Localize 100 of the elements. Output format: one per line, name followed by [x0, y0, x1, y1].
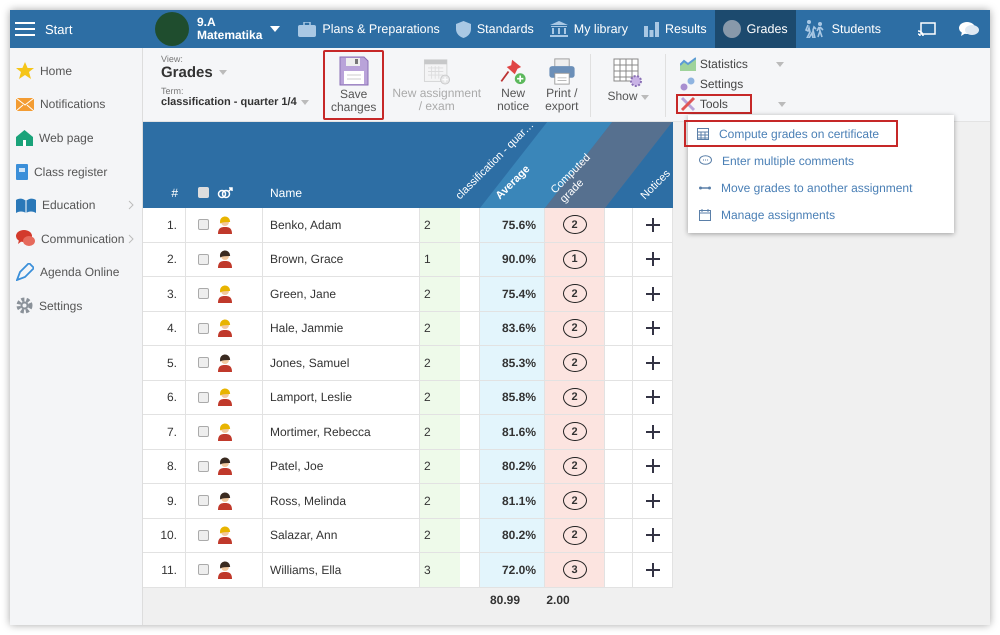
- briefcase-icon: [298, 22, 316, 36]
- sidebar-item[interactable]: Education: [10, 188, 142, 222]
- grade-cell[interactable]: 2: [420, 415, 460, 448]
- start-menu-button[interactable]: Start: [10, 10, 143, 48]
- row-checkbox[interactable]: [198, 564, 209, 576]
- caret-icon: [776, 62, 784, 66]
- row-number: 2.: [143, 242, 186, 276]
- computed-grade-total: 2.00: [545, 592, 571, 606]
- shield-icon: [456, 20, 471, 38]
- column-header: Name: [270, 186, 302, 200]
- grade-cell[interactable]: 1: [420, 242, 460, 276]
- grade-cell[interactable]: 2: [420, 312, 460, 345]
- row-checkbox[interactable]: [198, 426, 209, 438]
- speech-bubbles-icon: [16, 230, 35, 248]
- plus-icon: [646, 494, 660, 508]
- caret-icon: [270, 26, 280, 32]
- caret-icon: [300, 100, 309, 104]
- open-book-icon: [16, 198, 36, 213]
- row-number: 11.: [143, 553, 186, 586]
- toolbar-menu-item[interactable]: Settings: [676, 74, 786, 94]
- dropdown-menu-item[interactable]: Compute grades on certificate: [684, 120, 898, 147]
- building-icon: [550, 21, 568, 37]
- sidebar-item[interactable]: Notifications: [10, 88, 142, 122]
- dropdown-menu-item[interactable]: Move grades to another assignment: [688, 174, 954, 201]
- row-checkbox[interactable]: [198, 460, 209, 472]
- row-number: 8.: [143, 450, 186, 483]
- row-checkbox[interactable]: [198, 392, 209, 403]
- gear-icon: [16, 297, 33, 314]
- view-label: View:: [161, 54, 183, 64]
- grid-gear-icon: [613, 58, 644, 88]
- sidebar-item[interactable]: Communication: [10, 222, 142, 256]
- chevron-right-icon: [128, 234, 134, 244]
- sidebar-item[interactable]: Home: [10, 54, 142, 88]
- toolbar-menu-item[interactable]: Statistics: [676, 54, 786, 74]
- gender-symbol-icon: [217, 186, 233, 200]
- star-icon: [16, 62, 34, 80]
- calendar-icon: [699, 208, 711, 220]
- plus-icon: [646, 356, 660, 370]
- grade-cell[interactable]: 3: [420, 553, 460, 586]
- grade-cell[interactable]: 2: [420, 380, 460, 414]
- grade-cell[interactable]: 2: [420, 450, 460, 483]
- nav-tab[interactable]: Standards: [448, 10, 542, 48]
- grade-cell[interactable]: 2: [420, 518, 460, 552]
- row-checkbox[interactable]: [198, 495, 209, 506]
- computed-grade-badge: 2: [562, 284, 586, 304]
- row-checkbox[interactable]: [198, 357, 209, 368]
- computed-grade-badge: 1: [562, 250, 586, 269]
- average-cell: 81.1%: [480, 484, 545, 518]
- sidebar-item[interactable]: Settings: [10, 289, 142, 323]
- row-checkbox[interactable]: [198, 530, 209, 541]
- computed-grade-badge: 2: [562, 353, 586, 372]
- grade-cell[interactable]: 2: [420, 208, 460, 242]
- nav-tab[interactable]: Students: [796, 10, 889, 48]
- nav-tab[interactable]: My library: [542, 10, 636, 48]
- computed-grade-badge: 2: [562, 422, 586, 442]
- row-checkbox[interactable]: [198, 288, 209, 300]
- toolbar-button[interactable]: New notice: [489, 54, 538, 117]
- toolbar-button[interactable]: Save changes: [323, 50, 384, 120]
- average-cell: 72.0%: [480, 553, 545, 586]
- nav-tab[interactable]: Results: [636, 10, 715, 48]
- class-photo-placeholder: [155, 12, 189, 46]
- dropdown-menu-item[interactable]: Manage assignments: [688, 201, 954, 228]
- average-cell: 80.2%: [480, 450, 545, 483]
- view-dropdown[interactable]: Grades: [161, 64, 227, 81]
- show-columns-button[interactable]: Show: [595, 54, 661, 117]
- term-dropdown[interactable]: classification - quarter 1/4: [161, 96, 309, 108]
- row-number: 3.: [143, 277, 186, 310]
- sidebar-item[interactable]: Class register: [10, 154, 142, 188]
- row-number: 5.: [143, 346, 186, 380]
- sidebar-item[interactable]: Agenda Online: [10, 256, 142, 290]
- grade-cell[interactable]: 2: [420, 346, 460, 380]
- nav-tab[interactable]: Plans & Preparations: [290, 10, 448, 48]
- row-checkbox[interactable]: [198, 254, 209, 265]
- class-selector[interactable]: 9.A Matematika: [143, 10, 290, 48]
- cast-screen-icon: [918, 22, 936, 36]
- average-cell: 85.3%: [480, 346, 545, 380]
- dropdown-menu-item[interactable]: Enter multiple comments: [688, 147, 954, 174]
- sidebar-item[interactable]: Web page: [10, 121, 142, 155]
- average-cell: 81.6%: [480, 415, 545, 448]
- average-cell: 83.6%: [480, 312, 545, 345]
- row-number: 7.: [143, 415, 186, 448]
- plus-icon: [646, 528, 660, 542]
- average-total: 80.99: [488, 592, 521, 606]
- notebook-icon: [16, 164, 28, 180]
- nav-tab[interactable]: Grades: [714, 10, 796, 48]
- computed-grade-badge: 2: [562, 456, 586, 476]
- calendar-add-icon: [422, 58, 452, 85]
- toolbar-button[interactable]: Print / export: [537, 54, 586, 117]
- row-checkbox[interactable]: [198, 322, 209, 334]
- computed-grade-badge: 3: [562, 560, 586, 580]
- term-label: Term:: [161, 86, 184, 96]
- speech-bubbles-icon: [959, 21, 979, 37]
- row-number: 9.: [143, 484, 186, 518]
- row-number: 1.: [143, 208, 186, 242]
- caret-icon: [218, 70, 227, 75]
- grade-cell[interactable]: 2: [420, 277, 460, 310]
- computed-grade-badge: 2: [562, 215, 586, 234]
- grade-cell[interactable]: 2: [420, 484, 460, 518]
- row-checkbox[interactable]: [198, 219, 209, 230]
- select-all-checkbox[interactable]: [198, 187, 209, 198]
